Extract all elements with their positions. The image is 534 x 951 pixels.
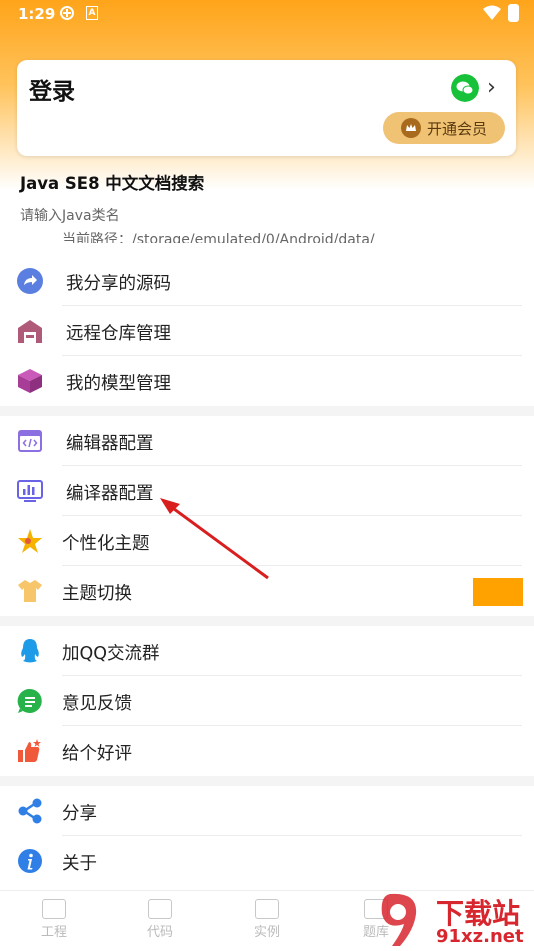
- watermark-logo-icon: [381, 893, 417, 946]
- monitor-icon: [42, 899, 66, 919]
- watermark-text-bottom: 91xz.net: [436, 926, 524, 947]
- nav-tab-examples-label: 实例: [253, 925, 280, 940]
- nav-tab-project[interactable]: 工程: [24, 899, 84, 940]
- site-watermark: 下载站 91xz.net: [370, 890, 534, 950]
- nav-tab-project-label: 工程: [40, 925, 67, 940]
- examples-icon: [255, 899, 279, 919]
- nav-tab-code-label: 代码: [146, 925, 173, 940]
- annotation-arrow: [160, 498, 269, 580]
- code-icon: [148, 899, 172, 919]
- nav-tab-examples[interactable]: 实例: [237, 899, 297, 940]
- nav-tab-code[interactable]: 代码: [130, 899, 190, 940]
